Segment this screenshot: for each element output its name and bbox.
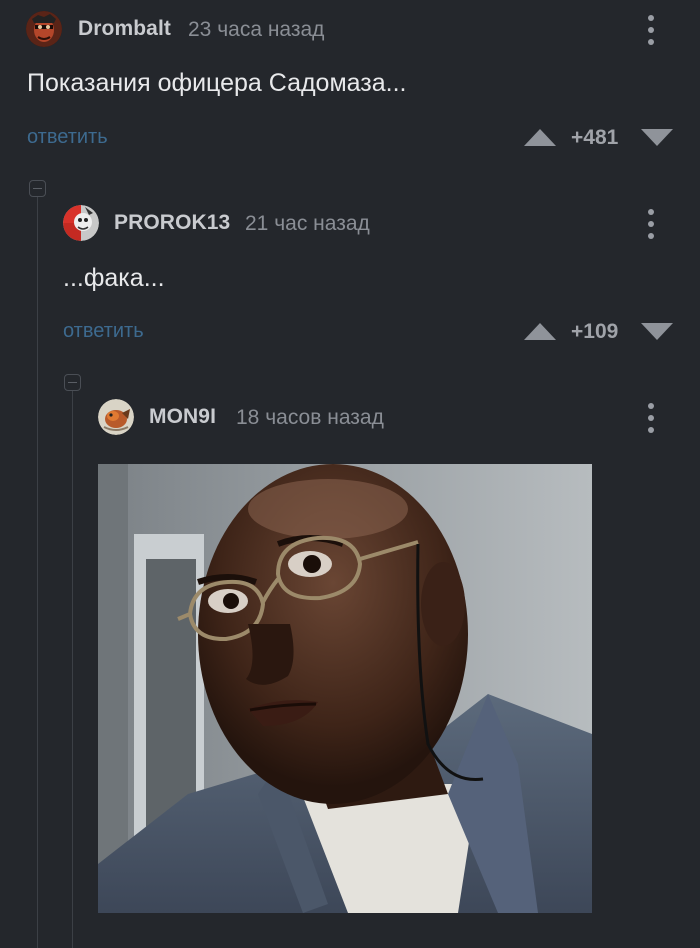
username[interactable]: MON9I [149,405,216,429]
avatar[interactable] [26,11,62,47]
user-avatar-icon [98,399,134,435]
timestamp: 21 час назад [245,212,370,235]
timestamp: 23 часа назад [188,18,325,41]
reply-button[interactable]: ответить [27,126,108,149]
comment-image[interactable] [98,464,592,913]
thread-line-level-1 [37,196,38,948]
more-vertical-icon[interactable] [644,207,658,241]
more-vertical-icon[interactable] [644,13,658,47]
avatar[interactable] [63,205,99,241]
user-avatar-icon [63,205,99,241]
rating: +109 [571,320,619,343]
arrow-up-icon[interactable] [522,320,558,342]
arrow-down-icon[interactable] [639,321,675,343]
timestamp: 18 часов назад [236,406,384,429]
collapse-thread-icon[interactable] [29,180,46,197]
avatar[interactable] [98,399,134,435]
username[interactable]: PROROK13 [114,211,230,235]
username[interactable]: Drombalt [78,17,171,41]
rating: +481 [571,126,619,149]
portrait-photo [98,464,592,913]
reply-button[interactable]: ответить [63,320,144,343]
arrow-down-icon[interactable] [639,127,675,149]
collapse-thread-icon[interactable] [64,374,81,391]
arrow-up-icon[interactable] [522,126,558,148]
comment-text: Показания офицера Садомаза... [27,69,407,97]
more-vertical-icon[interactable] [644,401,658,435]
comment-text: ...фака... [63,264,165,292]
thread-line-level-2 [72,390,73,948]
user-avatar-icon [26,11,62,47]
